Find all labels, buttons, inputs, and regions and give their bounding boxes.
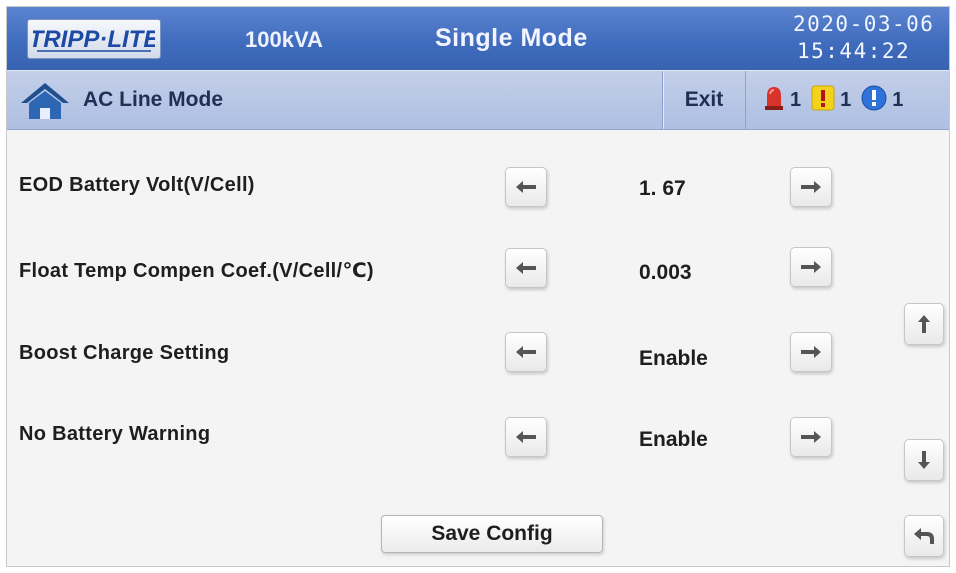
increase-float-temp-compen-button[interactable] xyxy=(790,247,832,287)
info-count: 1 xyxy=(892,88,904,111)
date-text: 2020-03-06 xyxy=(793,12,935,36)
date-time-display: 2020-03-06 15:44:22 xyxy=(793,11,934,65)
info-indicator[interactable]: 1 xyxy=(861,85,903,116)
setting-value-boost-charge: Enable xyxy=(639,347,708,370)
decrease-no-battery-warning-button[interactable] xyxy=(505,417,547,457)
right-arrow-icon xyxy=(801,346,821,358)
red-alarm-light-icon xyxy=(763,84,785,117)
exit-button[interactable]: Exit xyxy=(662,71,746,129)
warning-indicator[interactable]: 1 xyxy=(811,85,851,116)
scroll-down-button[interactable] xyxy=(904,439,944,481)
status-bar: AC Line Mode Exit 1 1 1 xyxy=(7,70,949,130)
decrease-float-temp-compen-button[interactable] xyxy=(505,248,547,288)
decrease-eod-battery-volt-button[interactable] xyxy=(505,167,547,207)
increase-no-battery-warning-button[interactable] xyxy=(790,417,832,457)
warning-count: 1 xyxy=(840,88,852,111)
setting-label-float-temp-compen: Float Temp Compen Coef.(V/Cell/℃) xyxy=(19,260,374,282)
scroll-up-button[interactable] xyxy=(904,303,944,345)
back-button[interactable] xyxy=(904,515,944,557)
increase-boost-charge-button[interactable] xyxy=(790,332,832,372)
line-mode-status: AC Line Mode xyxy=(83,88,223,111)
header-bar: TRIPP·LITE 100kVA Single Mode 2020-03-06… xyxy=(7,7,949,70)
setting-label-no-battery-warning: No Battery Warning xyxy=(19,423,211,445)
increase-eod-battery-volt-button[interactable] xyxy=(790,167,832,207)
save-config-button[interactable]: Save Config xyxy=(381,515,603,553)
return-arrow-icon xyxy=(914,528,934,544)
left-arrow-icon xyxy=(516,262,536,274)
setting-value-float-temp-compen: 0.003 xyxy=(639,261,692,284)
yellow-warning-icon xyxy=(811,85,835,116)
operating-mode-title: Single Mode xyxy=(435,24,588,52)
alarm-indicator[interactable]: 1 xyxy=(763,84,801,117)
alarm-indicators: 1 1 1 xyxy=(763,85,913,115)
left-arrow-icon xyxy=(516,431,536,443)
setting-label-eod-battery-volt: EOD Battery Volt(V/Cell) xyxy=(19,174,255,196)
home-icon[interactable] xyxy=(19,81,71,126)
right-arrow-icon xyxy=(801,181,821,193)
blue-info-icon xyxy=(861,85,887,116)
setting-value-no-battery-warning: Enable xyxy=(639,428,708,451)
setting-label-boost-charge: Boost Charge Setting xyxy=(19,342,230,364)
right-arrow-icon xyxy=(801,261,821,273)
up-arrow-icon xyxy=(918,315,930,333)
logo-text: TRIPP·LITE xyxy=(33,26,155,53)
left-arrow-icon xyxy=(516,181,536,193)
logo-wordmark: TRIPP·LITE xyxy=(33,26,155,53)
time-text: 15:44:22 xyxy=(797,39,911,63)
ups-settings-screen: TRIPP·LITE 100kVA Single Mode 2020-03-06… xyxy=(6,6,950,567)
decrease-boost-charge-button[interactable] xyxy=(505,332,547,372)
right-arrow-icon xyxy=(801,431,821,443)
down-arrow-icon xyxy=(918,451,930,469)
tripp-lite-logo: TRIPP·LITE xyxy=(27,19,161,59)
model-rating: 100kVA xyxy=(245,27,323,52)
left-arrow-icon xyxy=(516,346,536,358)
alarm-count: 1 xyxy=(790,88,802,111)
setting-value-eod-battery-volt: 1. 67 xyxy=(639,177,686,200)
